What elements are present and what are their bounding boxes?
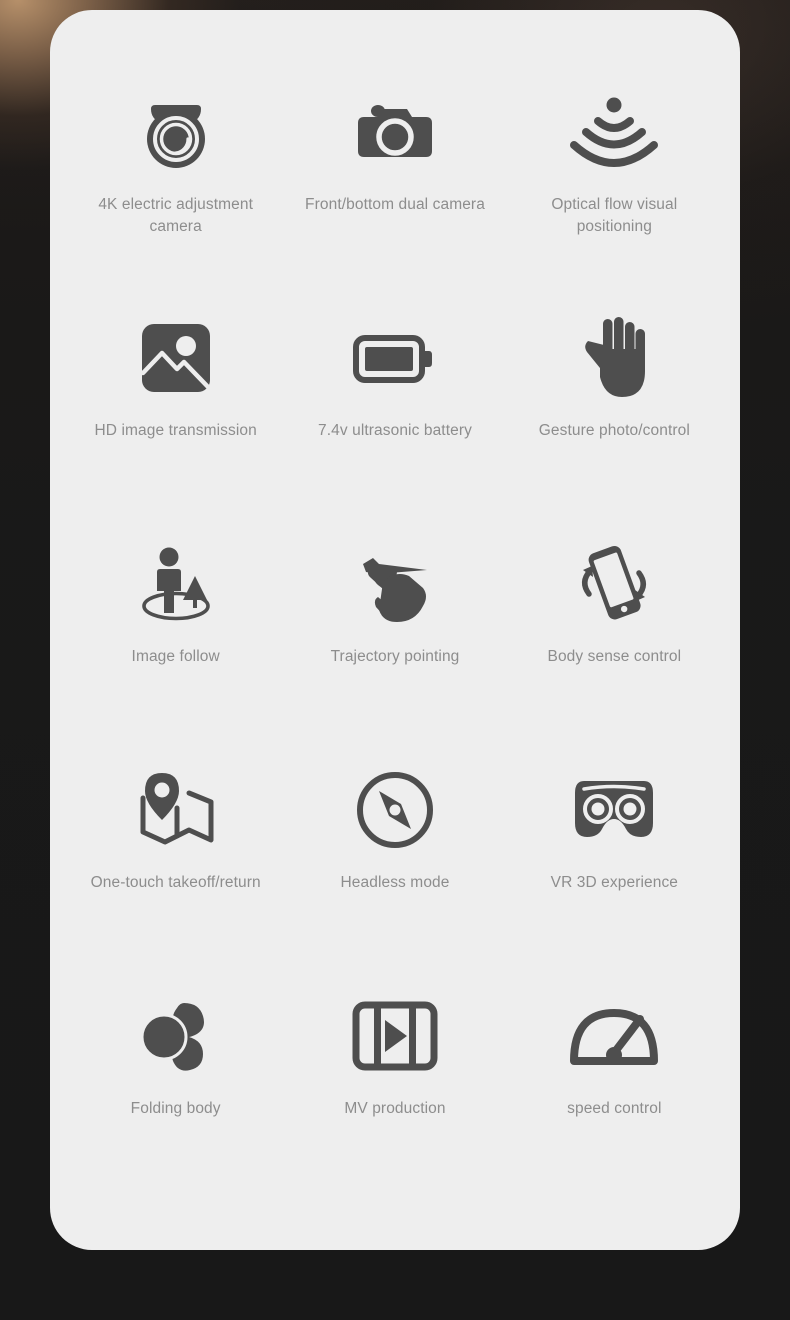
- feature-label: 7.4v ultrasonic battery: [318, 422, 472, 439]
- feature-label: Headless mode: [340, 874, 450, 891]
- sonar-waves-icon: [566, 84, 662, 180]
- map-pin-icon: [128, 762, 224, 858]
- feature-item[interactable]: VR 3D experience: [505, 746, 724, 972]
- feature-label: Optical flow visual positioning: [551, 196, 678, 235]
- battery-full-icon: [347, 310, 443, 406]
- feature-label: VR 3D experience: [550, 874, 679, 891]
- feature-item[interactable]: 4K electric adjustment camera: [66, 68, 285, 294]
- vr-goggles-icon: [566, 762, 662, 858]
- folding-body-icon: [128, 988, 224, 1084]
- dome-camera-icon: [128, 84, 224, 180]
- person-follow-icon: [128, 536, 224, 632]
- feature-label: HD image transmission: [94, 422, 257, 439]
- compass-icon: [347, 762, 443, 858]
- speedometer-icon: [566, 988, 662, 1084]
- image-picture-icon: [128, 310, 224, 406]
- feature-label: MV production: [344, 1100, 446, 1117]
- feature-label: speed control: [567, 1100, 662, 1117]
- feature-item[interactable]: Optical flow visual positioning: [505, 68, 724, 294]
- feature-item[interactable]: speed control: [505, 972, 724, 1198]
- feature-item[interactable]: Trajectory pointing: [285, 520, 504, 746]
- feature-item[interactable]: Image follow: [66, 520, 285, 746]
- feature-item[interactable]: Folding body: [66, 972, 285, 1198]
- feature-label: Front/bottom dual camera: [305, 196, 485, 213]
- feature-item[interactable]: Headless mode: [285, 746, 504, 972]
- feature-item[interactable]: Gesture photo/control: [505, 294, 724, 520]
- feature-label: Trajectory pointing: [330, 648, 460, 665]
- phone-tilt-icon: [566, 536, 662, 632]
- feature-item[interactable]: 7.4v ultrasonic battery: [285, 294, 504, 520]
- feature-item[interactable]: One-touch takeoff/return: [66, 746, 285, 972]
- open-hand-icon: [566, 310, 662, 406]
- feature-label: Gesture photo/control: [538, 422, 690, 439]
- feature-item[interactable]: Front/bottom dual camera: [285, 68, 504, 294]
- feature-card: 4K electric adjustment camera Front/bott…: [50, 10, 740, 1250]
- feature-label: 4K electric adjustment camera: [98, 196, 253, 235]
- feature-item[interactable]: HD image transmission: [66, 294, 285, 520]
- feature-grid: 4K electric adjustment camera Front/bott…: [50, 10, 740, 1250]
- feature-label: Image follow: [131, 648, 220, 665]
- feature-item[interactable]: MV production: [285, 972, 504, 1198]
- feature-label: Folding body: [130, 1100, 221, 1117]
- film-play-icon: [347, 988, 443, 1084]
- feature-item[interactable]: Body sense control: [505, 520, 724, 746]
- hand-swipe-icon: [347, 536, 443, 632]
- photo-camera-icon: [347, 84, 443, 180]
- feature-label: Body sense control: [547, 648, 682, 665]
- feature-label: One-touch takeoff/return: [90, 874, 261, 891]
